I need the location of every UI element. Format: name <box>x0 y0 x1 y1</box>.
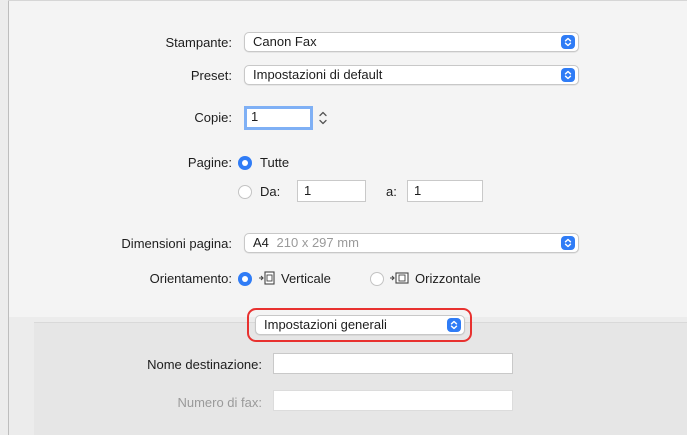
popup-arrows-icon <box>561 68 575 82</box>
paper-size-dims: 210 x 297 mm <box>276 235 359 250</box>
paper-size-name: A4 <box>253 235 269 250</box>
popup-arrows-icon <box>561 35 575 49</box>
window-edge <box>8 0 9 435</box>
copies-field[interactable]: 1 <box>244 106 313 130</box>
printer-value: Canon Fax <box>253 34 317 49</box>
pages-from-field[interactable]: 1 <box>297 180 366 202</box>
printer-label: Stampante: <box>165 35 233 50</box>
landscape-orientation-icon <box>389 270 411 286</box>
print-dialog: Stampante: Canon Fax Preset: Impostazion… <box>0 0 687 435</box>
stepper-icon[interactable] <box>317 108 329 128</box>
window-top-edge <box>8 0 687 1</box>
paper-size-popup[interactable]: A4 210 x 297 mm <box>244 233 579 253</box>
highlight-frame <box>247 308 472 342</box>
pages-from-label: Da: <box>260 184 281 199</box>
preset-popup[interactable]: Impostazioni di default <box>244 65 579 85</box>
copies-label: Copie: <box>194 110 232 125</box>
orientation-landscape-radio[interactable] <box>370 272 384 286</box>
orientation-landscape-label: Orizzontale <box>415 271 481 286</box>
orientation-portrait-radio[interactable] <box>238 272 252 286</box>
pages-range-radio[interactable] <box>238 185 252 199</box>
paper-size-label: Dimensioni pagina: <box>121 236 232 251</box>
portrait-orientation-icon <box>258 270 278 286</box>
orientation-label: Orientamento: <box>149 271 232 286</box>
destination-label: Nome destinazione: <box>147 357 262 372</box>
orientation-portrait-label: Verticale <box>281 271 331 286</box>
fax-number-field[interactable] <box>273 390 513 411</box>
pages-all-radio[interactable] <box>238 156 252 170</box>
popup-arrows-icon <box>561 236 575 250</box>
pages-to-field[interactable]: 1 <box>407 180 483 202</box>
printer-popup[interactable]: Canon Fax <box>244 32 579 52</box>
pages-label: Pagine: <box>187 155 232 170</box>
pages-to-label: a: <box>386 184 397 199</box>
preset-value: Impostazioni di default <box>253 67 383 82</box>
fax-number-label: Numero di fax: <box>177 395 262 410</box>
destination-field[interactable] <box>273 353 513 374</box>
pages-all-label: Tutte <box>260 155 290 170</box>
preset-label: Preset: <box>190 68 232 83</box>
